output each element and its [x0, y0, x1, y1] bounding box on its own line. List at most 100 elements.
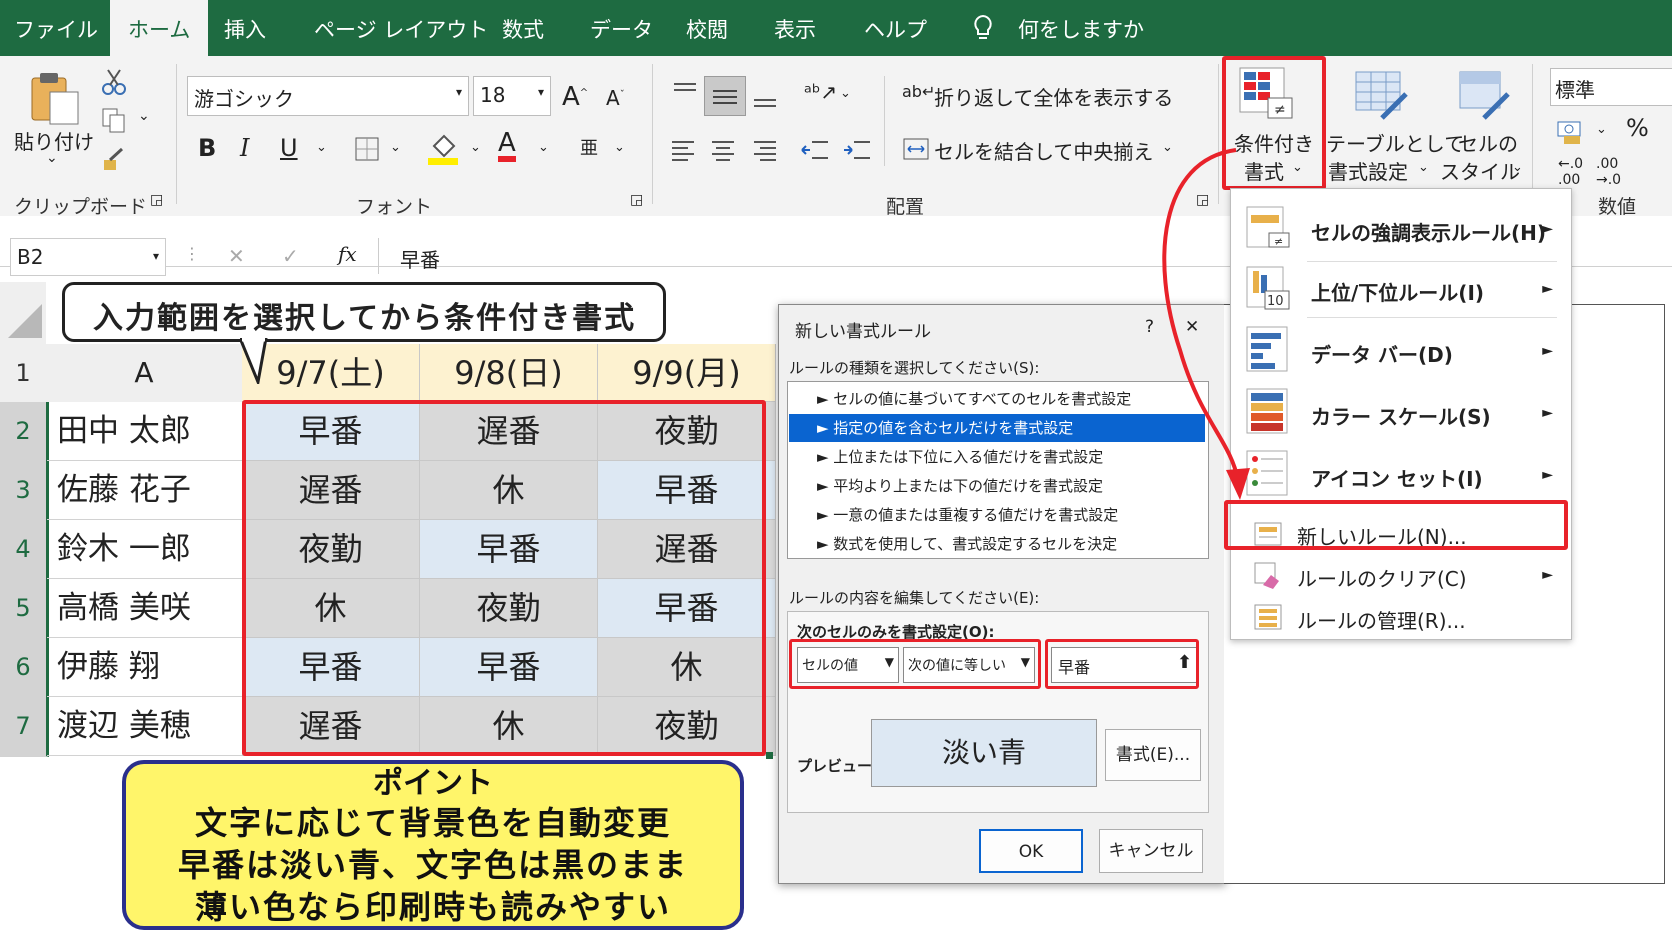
cut-icon[interactable]: [100, 68, 128, 96]
tab-view[interactable]: 表示: [774, 0, 816, 56]
align-right-icon[interactable]: [750, 136, 780, 164]
format-button[interactable]: 書式(E)...: [1105, 729, 1201, 781]
fill-color-icon[interactable]: [428, 132, 458, 166]
increase-decimal-icon[interactable]: ←.0.00: [1558, 156, 1583, 188]
employee-name-cell[interactable]: 佐藤 花子: [47, 461, 243, 520]
decrease-decimal-icon[interactable]: .00 →.0: [1596, 156, 1621, 188]
row-header[interactable]: 1: [0, 344, 46, 403]
employee-name-cell[interactable]: 鈴木 一郎: [47, 520, 243, 579]
menu-item-highlight-rules[interactable]: ≠ セルの強調表示ルール(H) ►: [1231, 205, 1571, 253]
font-color-button[interactable]: A: [498, 130, 516, 162]
tab-review[interactable]: 校閲: [686, 0, 728, 56]
date-header-cell[interactable]: 9/8(日): [420, 344, 598, 402]
decrease-indent-icon[interactable]: [800, 136, 830, 164]
column-header-a[interactable]: A: [46, 344, 243, 402]
number-format-combo[interactable]: 標準: [1550, 68, 1672, 106]
align-center-icon[interactable]: [708, 136, 738, 164]
wrap-text-icon[interactable]: ab↵: [902, 82, 935, 101]
format-painter-icon[interactable]: [100, 146, 128, 174]
chevron-down-icon[interactable]: ▾: [153, 249, 159, 263]
font-size-combo[interactable]: 18 ▾: [473, 76, 551, 116]
orientation-icon[interactable]: ᵃᵇ↗: [804, 80, 837, 104]
font-launcher-icon[interactable]: ◲: [630, 192, 643, 208]
bold-button[interactable]: B: [198, 134, 216, 162]
menu-item-manage-rules[interactable]: ルールの管理(R)...: [1231, 597, 1571, 639]
tell-me-search[interactable]: 何をしますか: [1018, 0, 1144, 56]
rule-type-item[interactable]: ► 数式を使用して、書式設定するセルを決定: [789, 530, 1205, 558]
format-as-table-label[interactable]: テーブルとして: [1326, 128, 1464, 157]
format-as-table-icon[interactable]: [1352, 68, 1410, 122]
currency-dropdown-icon[interactable]: ⌄: [1596, 122, 1607, 137]
menu-item-color-scales[interactable]: カラー スケール(S) ►: [1231, 383, 1571, 443]
borders-dropdown-icon[interactable]: ⌄: [390, 140, 401, 155]
employee-name-cell[interactable]: 伊藤 翔: [47, 638, 243, 697]
tab-formulas[interactable]: 数式: [502, 0, 544, 56]
underline-button[interactable]: U: [280, 134, 298, 162]
cancel-entry-icon[interactable]: ✕: [228, 244, 245, 268]
confirm-entry-icon[interactable]: ✓: [282, 244, 299, 268]
row-header[interactable]: 4: [0, 520, 49, 580]
menu-item-icon-sets[interactable]: アイコン セット(I) ►: [1231, 445, 1571, 505]
menu-item-top-bottom-rules[interactable]: 10 上位/下位ルール(I) ►: [1231, 265, 1571, 313]
insert-function-button[interactable]: fx: [338, 242, 357, 266]
chevron-down-icon[interactable]: ⌄: [1418, 160, 1429, 175]
wrap-text-button[interactable]: 折り返して全体を表示する: [934, 82, 1173, 111]
merge-center-button[interactable]: セルを結合して中央揃え: [934, 136, 1153, 165]
employee-name-cell[interactable]: 渡辺 美穂: [47, 697, 243, 756]
lightbulb-icon[interactable]: [972, 14, 994, 44]
tab-insert[interactable]: 挿入: [224, 0, 266, 56]
percent-style-button[interactable]: %: [1626, 114, 1649, 142]
font-color-dropdown-icon[interactable]: ⌄: [538, 140, 549, 155]
select-all-corner[interactable]: [0, 282, 46, 344]
copy-icon[interactable]: [100, 106, 128, 134]
name-box[interactable]: B2 ▾: [10, 238, 166, 276]
copy-dropdown-icon[interactable]: ⌄: [138, 108, 150, 124]
tab-page-layout[interactable]: ページ レイアウト: [314, 0, 488, 56]
increase-indent-icon[interactable]: [842, 136, 872, 164]
paste-icon[interactable]: [26, 70, 82, 126]
italic-button[interactable]: I: [240, 134, 249, 162]
align-bottom-icon[interactable]: [750, 80, 780, 110]
row-header[interactable]: 6: [0, 638, 49, 698]
align-top-icon[interactable]: [670, 80, 700, 106]
orientation-dropdown-icon[interactable]: ⌄: [840, 86, 851, 101]
employee-name-cell[interactable]: 田中 太郎: [47, 402, 243, 461]
format-as-table-label-2[interactable]: 書式設定: [1328, 156, 1408, 185]
row-header[interactable]: 3: [0, 461, 49, 521]
currency-format-icon[interactable]: [1556, 116, 1588, 146]
menu-item-data-bars[interactable]: データ バー(D) ►: [1231, 321, 1571, 381]
cancel-button[interactable]: キャンセル: [1099, 829, 1203, 873]
phonetic-guide-icon[interactable]: 亜: [580, 134, 598, 160]
tab-file[interactable]: ファイル: [14, 0, 98, 56]
underline-dropdown-icon[interactable]: ⌄: [316, 140, 327, 155]
borders-icon[interactable]: [354, 136, 380, 162]
fill-handle[interactable]: [766, 752, 773, 759]
row-header[interactable]: 5: [0, 579, 49, 639]
tab-data[interactable]: データ: [590, 0, 653, 56]
date-header-cell[interactable]: 9/9(月): [598, 344, 776, 402]
row-header[interactable]: 7: [0, 697, 49, 757]
clipboard-launcher-icon[interactable]: ◲: [150, 192, 163, 208]
font-grow-icon[interactable]: A^: [562, 82, 588, 112]
align-middle-button[interactable]: [704, 76, 746, 116]
paste-dropdown-icon[interactable]: ⌄: [46, 150, 58, 166]
more-options-icon[interactable]: ⋮: [184, 244, 200, 263]
tab-help[interactable]: ヘルプ: [864, 0, 927, 56]
fill-color-dropdown-icon[interactable]: ⌄: [470, 140, 481, 155]
ok-button[interactable]: OK: [979, 829, 1083, 873]
tab-home[interactable]: ホーム: [110, 0, 209, 56]
cell-styles-label-2[interactable]: スタイル: [1440, 156, 1520, 185]
font-shrink-icon[interactable]: Aˇ: [606, 86, 625, 110]
chevron-down-icon[interactable]: ⌄: [1512, 160, 1523, 175]
chevron-down-icon[interactable]: ▾: [456, 85, 462, 99]
font-name-combo[interactable]: 游ゴシック ▾: [187, 76, 469, 116]
formula-input[interactable]: 早番: [400, 244, 440, 273]
chevron-down-icon[interactable]: ▾: [538, 85, 544, 99]
row-header[interactable]: 2: [0, 402, 49, 462]
cell-styles-icon[interactable]: [1456, 68, 1512, 122]
align-left-icon[interactable]: [668, 136, 698, 164]
menu-item-clear-rules[interactable]: ルールのクリア(C) ►: [1231, 555, 1571, 597]
employee-name-cell[interactable]: 高橋 美咲: [47, 579, 243, 638]
cell-styles-label[interactable]: セルの: [1458, 128, 1518, 157]
merge-center-icon[interactable]: [902, 136, 930, 162]
